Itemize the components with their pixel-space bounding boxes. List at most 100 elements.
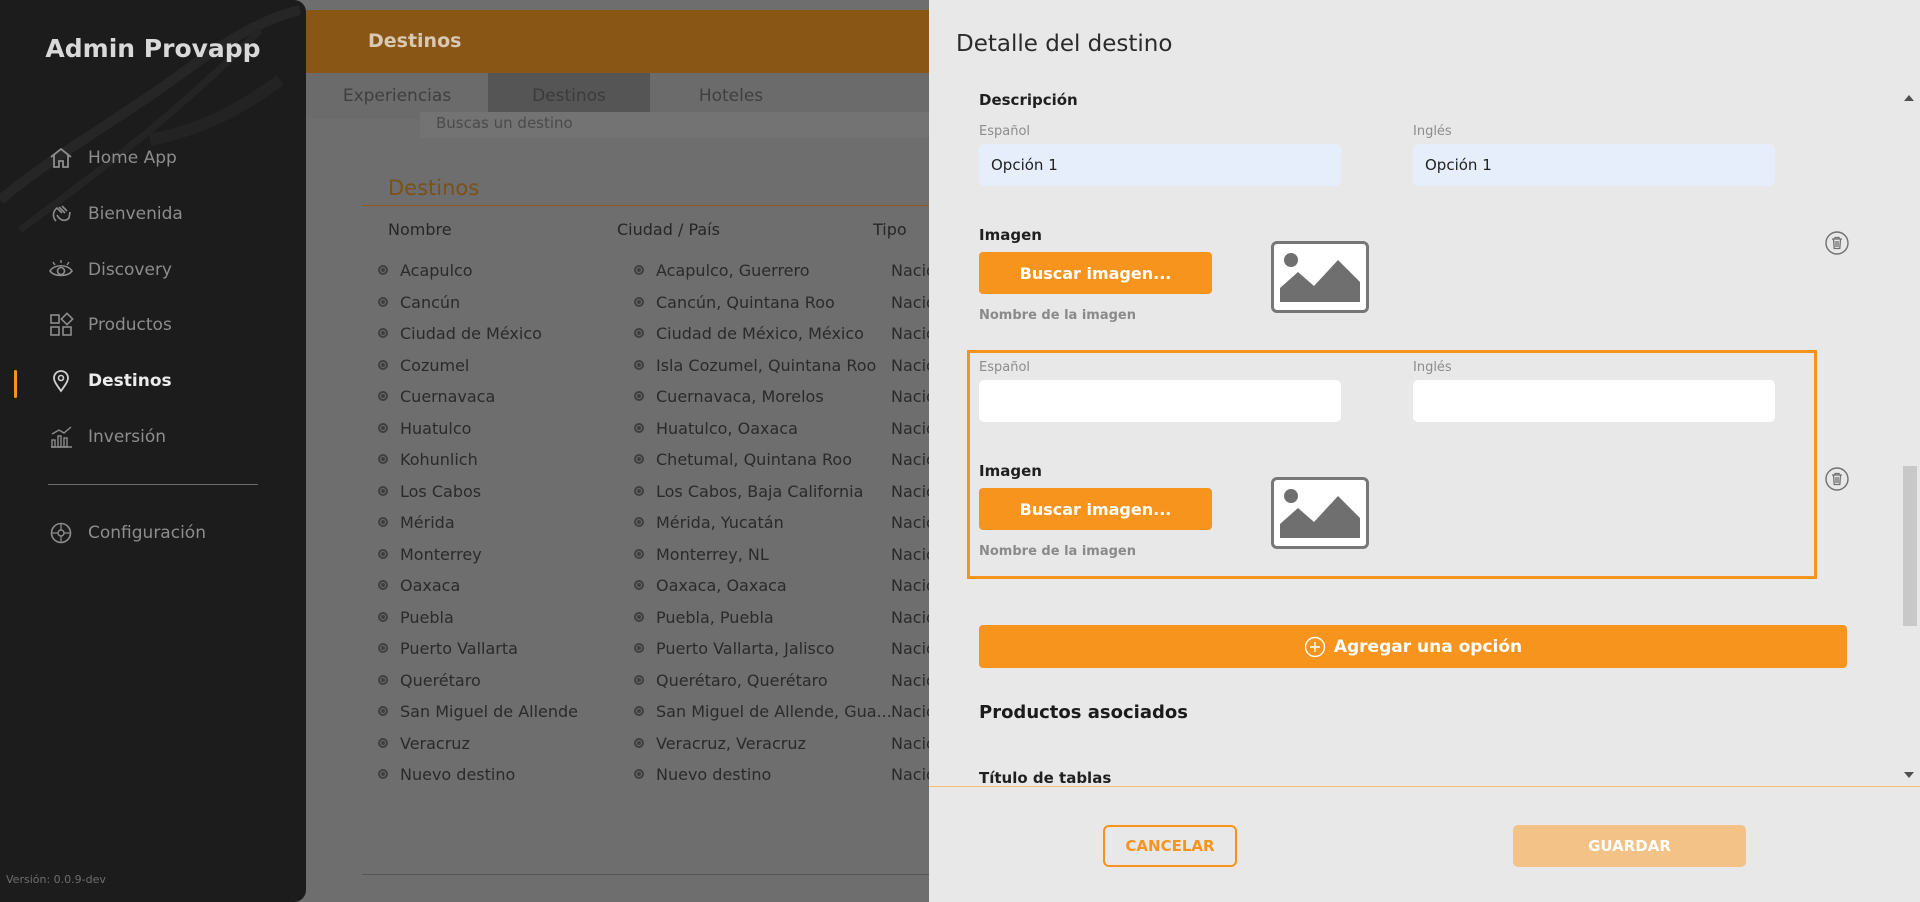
radio-dot-icon xyxy=(634,580,644,590)
plus-circle-icon xyxy=(1304,636,1326,657)
sidebar-item-destinos[interactable]: Destinos xyxy=(48,364,172,398)
table-row-cell[interactable]: Kohunlich xyxy=(378,447,478,471)
radio-dot-icon xyxy=(634,454,644,464)
table-row-cell[interactable]: Cozumel xyxy=(378,353,469,377)
sidebar-item-home-app[interactable]: Home App xyxy=(48,141,177,175)
home-icon xyxy=(50,147,72,168)
table-row-cell[interactable]: Isla Cozumel, Quintana Roo xyxy=(634,353,876,377)
table-row-cell[interactable]: Querétaro xyxy=(378,668,481,692)
table-row-cell[interactable]: Monterrey, NL xyxy=(634,542,769,566)
active-indicator xyxy=(14,370,17,398)
table-row-cell[interactable]: Puerto Vallarta, Jalisco xyxy=(634,636,834,660)
table-row-cell[interactable]: Oaxaca, Oaxaca xyxy=(634,573,787,597)
table-row-cell[interactable]: Cancún, Quintana Roo xyxy=(634,290,835,314)
location-pin-icon xyxy=(53,370,69,393)
destination-name: Veracruz xyxy=(400,733,470,753)
table-row-cell[interactable]: Ciudad de México, México xyxy=(634,321,864,345)
option1-english-input[interactable] xyxy=(1413,144,1775,186)
table-row-cell[interactable]: Puebla, Puebla xyxy=(634,605,774,629)
destination-city: Mérida, Yucatán xyxy=(656,512,784,532)
save-button[interactable]: GUARDAR xyxy=(1513,825,1746,867)
description-label: Descripción xyxy=(979,91,1078,109)
option1-search-image-button[interactable]: Buscar imagen... xyxy=(979,252,1212,294)
table-row-cell[interactable]: Ciudad de México xyxy=(378,321,542,345)
table-row-cell[interactable]: San Miguel de Allende xyxy=(378,699,578,723)
table-row-cell[interactable]: Oaxaca xyxy=(378,573,460,597)
table-row-cell[interactable]: Mérida, Yucatán xyxy=(634,510,784,534)
destination-name: Cancún xyxy=(400,292,461,312)
destination-name: Cozumel xyxy=(400,355,470,375)
panel-title: Detalle del destino xyxy=(956,31,1173,57)
sidebar-item-configuracion[interactable]: Configuración xyxy=(48,516,206,550)
sidebar-item-label: Inversión xyxy=(88,427,167,447)
option2-search-image-button[interactable]: Buscar imagen... xyxy=(979,488,1212,530)
radio-dot-icon xyxy=(634,738,644,748)
option1-spanish-input[interactable] xyxy=(979,144,1341,186)
version-label: Versión: 0.0.9-dev xyxy=(6,873,106,886)
trash-icon[interactable] xyxy=(1825,467,1849,491)
option2-spanish-input[interactable] xyxy=(979,380,1341,422)
radio-dot-icon xyxy=(378,391,388,401)
radio-dot-icon xyxy=(634,549,644,559)
table-row-cell[interactable]: Veracruz, Veracruz xyxy=(634,731,806,755)
scroll-down-arrow-icon[interactable] xyxy=(1904,772,1914,778)
sidebar-item-productos[interactable]: Productos xyxy=(48,308,172,342)
column-header-nombre: Nombre xyxy=(388,220,452,239)
cancel-button[interactable]: CANCELAR xyxy=(1103,825,1237,867)
table-row-cell[interactable]: Acapulco, Guerrero xyxy=(634,258,810,282)
sidebar-item-discovery[interactable]: Discovery xyxy=(48,253,172,287)
trash-icon[interactable] xyxy=(1825,231,1849,255)
destination-city: Nuevo destino xyxy=(656,764,772,784)
table-row-cell[interactable]: Nuevo destino xyxy=(634,762,771,786)
radio-dot-icon xyxy=(634,517,644,527)
sidebar-item-bienvenida[interactable]: Bienvenida xyxy=(48,197,183,231)
destination-city: Ciudad de México, México xyxy=(656,323,864,343)
option1-image-placeholder[interactable] xyxy=(1271,241,1369,313)
table-row-cell[interactable]: Cuernavaca xyxy=(378,384,495,408)
table-row-cell[interactable]: Huatulco xyxy=(378,416,471,440)
table-row-cell[interactable]: Puerto Vallarta xyxy=(378,636,518,660)
sidebar-item-label: Productos xyxy=(88,315,172,335)
table-row-cell[interactable]: Veracruz xyxy=(378,731,470,755)
table-row-cell[interactable]: Cancún xyxy=(378,290,460,314)
destination-city: Huatulco, Oaxaca xyxy=(656,418,798,438)
scrollbar-track[interactable] xyxy=(1902,104,1916,770)
add-option-button[interactable]: Agregar una opción xyxy=(979,625,1847,668)
sidebar-item-inversion[interactable]: Inversión xyxy=(48,420,166,454)
table-row-cell[interactable]: Monterrey xyxy=(378,542,482,566)
destination-city: Chetumal, Quintana Roo xyxy=(656,449,852,469)
table-row-cell[interactable]: Cuernavaca, Morelos xyxy=(634,384,824,408)
radio-dot-icon xyxy=(378,612,388,622)
table-row-cell[interactable]: Chetumal, Quintana Roo xyxy=(634,447,852,471)
scrollbar-thumb[interactable] xyxy=(1903,466,1917,626)
table-row-cell[interactable]: Puebla xyxy=(378,605,454,629)
destination-name: Huatulco xyxy=(400,418,472,438)
option2-image-placeholder[interactable] xyxy=(1271,477,1369,549)
table-row-cell[interactable]: Los Cabos xyxy=(378,479,481,503)
scroll-up-arrow-icon[interactable] xyxy=(1904,95,1914,101)
option2-english-input[interactable] xyxy=(1413,380,1775,422)
search-input[interactable]: Buscas un destino xyxy=(420,112,940,138)
table-row-cell[interactable]: Huatulco, Oaxaca xyxy=(634,416,798,440)
destination-name: Querétaro xyxy=(400,670,481,690)
destination-detail-panel: Detalle del destino Descripción Español … xyxy=(929,0,1920,902)
radio-dot-icon xyxy=(378,769,388,779)
destination-city: Los Cabos, Baja California xyxy=(656,481,864,501)
radio-dot-icon xyxy=(634,391,644,401)
destination-city: San Miguel de Allende, Gua... xyxy=(656,701,892,721)
option1-image-label: Imagen xyxy=(979,226,1042,244)
destination-name: Mérida xyxy=(400,512,455,532)
radio-dot-icon xyxy=(634,769,644,779)
destination-city: Monterrey, NL xyxy=(656,544,769,564)
grid-icon xyxy=(50,312,74,336)
table-row-cell[interactable]: San Miguel de Allende, Gua... xyxy=(634,699,892,723)
table-row-cell[interactable]: Acapulco xyxy=(378,258,473,282)
radio-dot-icon xyxy=(378,549,388,559)
table-row-cell[interactable]: Querétaro, Querétaro xyxy=(634,668,828,692)
destination-name: Oaxaca xyxy=(400,575,461,595)
table-row-cell[interactable]: Los Cabos, Baja California xyxy=(634,479,863,503)
panel-scroll-area[interactable]: Descripción Español Inglés Imagen Buscar… xyxy=(929,88,1920,786)
table-row-cell[interactable]: Mérida xyxy=(378,510,455,534)
sidebar-item-label: Discovery xyxy=(88,260,172,280)
table-row-cell[interactable]: Nuevo destino xyxy=(378,762,515,786)
